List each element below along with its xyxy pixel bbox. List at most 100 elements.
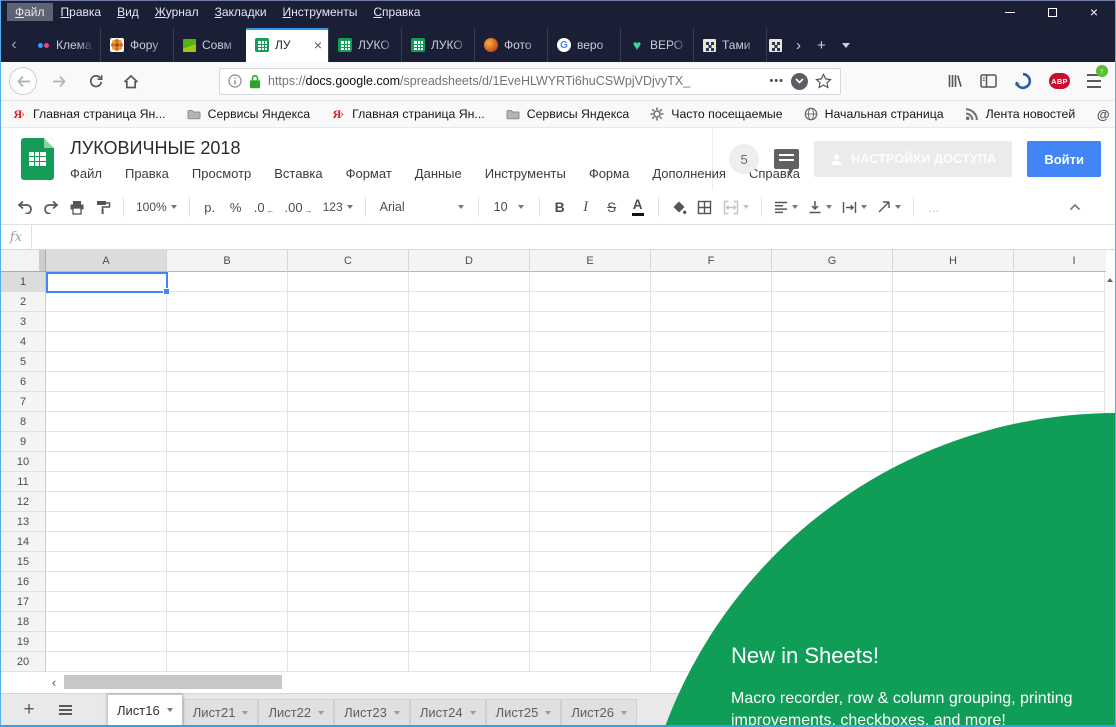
browser-tab[interactable]: ЛУ×	[246, 28, 328, 62]
add-sheet-button[interactable]: +	[17, 699, 41, 721]
increase-decimal-button[interactable]: .00→	[281, 195, 317, 219]
row-header[interactable]: 9	[1, 432, 46, 452]
row-header[interactable]: 15	[1, 552, 46, 572]
sidebar-icon[interactable]	[980, 74, 997, 88]
sheet-tab[interactable]: Лист24	[410, 699, 486, 725]
sheets-menu-item[interactable]: Файл	[70, 166, 102, 181]
browser-tab[interactable]: ♥ВЕРО	[620, 28, 693, 62]
tab-scroll-right-icon[interactable]: ›	[796, 37, 801, 54]
column-header[interactable]: D	[409, 250, 530, 272]
forward-button[interactable]	[45, 67, 73, 95]
column-header[interactable]: I	[1014, 250, 1106, 272]
print-button[interactable]	[65, 195, 89, 219]
bookmark-star-icon[interactable]	[815, 73, 832, 89]
column-header[interactable]: B	[167, 250, 288, 272]
sheet-tab[interactable]: Лист22	[258, 699, 334, 725]
column-header[interactable]: A	[46, 250, 167, 272]
browser-tab[interactable]	[766, 28, 786, 62]
select-all-corner[interactable]	[1, 250, 46, 272]
sync-swirl-icon[interactable]	[1014, 72, 1032, 90]
text-wrap-button[interactable]	[838, 195, 871, 219]
horizontal-scroll-thumb[interactable]	[64, 675, 282, 689]
library-icon[interactable]	[947, 73, 963, 89]
row-header[interactable]: 7	[1, 392, 46, 412]
fill-handle[interactable]	[163, 288, 170, 295]
adblock-plus-icon[interactable]: ABP	[1049, 73, 1070, 89]
row-header[interactable]: 12	[1, 492, 46, 512]
row-header[interactable]: 3	[1, 312, 46, 332]
bookmark-item[interactable]: Сервисы Яндекса	[505, 106, 630, 122]
document-title[interactable]: ЛУКОВИЧНЫЕ 2018	[70, 138, 800, 159]
browser-tab[interactable]: Gверо	[547, 28, 620, 62]
scroll-left-icon[interactable]: ‹	[46, 672, 62, 692]
strikethrough-button[interactable]: S	[600, 195, 624, 219]
sheet-tab-menu-icon[interactable]	[394, 711, 400, 715]
sheets-menu-item[interactable]: Данные	[415, 166, 462, 181]
column-header[interactable]: G	[772, 250, 893, 272]
sheet-tab-menu-icon[interactable]	[545, 711, 551, 715]
italic-button[interactable]: I	[574, 195, 598, 219]
sign-in-button[interactable]: Войти	[1027, 141, 1101, 177]
redo-button[interactable]	[39, 195, 63, 219]
bookmark-item[interactable]: Сервисы Яндекса	[186, 106, 311, 122]
row-header[interactable]: 16	[1, 572, 46, 592]
bookmark-item[interactable]: Я›Главная страница Ян...	[330, 106, 485, 122]
browser-tab[interactable]: ЛУКО	[328, 28, 401, 62]
menubar-item[interactable]: Журнал	[147, 3, 207, 21]
merge-cells-button[interactable]	[719, 195, 753, 219]
format-currency-button[interactable]: р.	[198, 195, 222, 219]
tab-scroll-left-icon[interactable]: ‹	[1, 28, 27, 62]
new-tab-button[interactable]: +	[817, 37, 826, 54]
tab-close-icon[interactable]: ×	[312, 37, 324, 53]
row-header[interactable]: 19	[1, 632, 46, 652]
bookmark-item[interactable]: Лента новостей	[964, 106, 1076, 122]
column-header[interactable]: E	[530, 250, 651, 272]
borders-button[interactable]	[693, 195, 717, 219]
format-percent-button[interactable]: %	[224, 195, 248, 219]
reload-button[interactable]	[81, 67, 109, 95]
sheet-tab-menu-icon[interactable]	[470, 711, 476, 715]
sheet-tab[interactable]: Лист26	[561, 699, 637, 725]
bold-button[interactable]: B	[548, 195, 572, 219]
row-header[interactable]: 14	[1, 532, 46, 552]
row-header[interactable]: 10	[1, 452, 46, 472]
list-all-tabs-icon[interactable]	[842, 43, 850, 48]
formula-input[interactable]	[32, 225, 1115, 249]
sheet-tab[interactable]: Лист16	[107, 694, 183, 725]
bookmark-item[interactable]: Часто посещаемые	[649, 106, 782, 122]
row-header[interactable]: 13	[1, 512, 46, 532]
sheet-tab[interactable]: Лист23	[334, 699, 410, 725]
undo-button[interactable]	[13, 195, 37, 219]
row-header[interactable]: 20	[1, 652, 46, 672]
menubar-item[interactable]: Инструменты	[275, 3, 366, 21]
row-header[interactable]: 8	[1, 412, 46, 432]
sheet-tab-menu-icon[interactable]	[242, 711, 248, 715]
browser-tab[interactable]: Фото	[474, 28, 547, 62]
menu-hamburger-icon[interactable]: ↑	[1087, 72, 1101, 90]
decrease-decimal-button[interactable]: .0←	[250, 195, 279, 219]
access-settings-button[interactable]: НАСТРОЙКИ ДОСТУПА	[814, 141, 1012, 177]
menubar-item[interactable]: Правка	[53, 3, 110, 21]
browser-tab[interactable]: Тами	[693, 28, 766, 62]
sheet-tab-menu-icon[interactable]	[318, 711, 324, 715]
row-header[interactable]: 1	[1, 272, 46, 292]
menubar-item[interactable]: Справка	[365, 3, 428, 21]
font-size-select[interactable]: 10	[487, 195, 531, 219]
sheets-menu-item[interactable]: Формат	[346, 166, 392, 181]
sheets-menu-item[interactable]: Правка	[125, 166, 169, 181]
row-header[interactable]: 6	[1, 372, 46, 392]
vertical-align-button[interactable]	[804, 195, 836, 219]
browser-tab[interactable]: Совм	[173, 28, 246, 62]
maximize-button[interactable]	[1031, 1, 1073, 23]
url-bar[interactable]: https://docs.google.com/spreadsheets/d/1…	[219, 68, 841, 95]
text-rotation-button[interactable]	[873, 195, 905, 219]
sheets-menu-item[interactable]: Форма	[589, 166, 630, 181]
column-header[interactable]: H	[893, 250, 1014, 272]
row-header[interactable]: 11	[1, 472, 46, 492]
menubar-item[interactable]: Закладки	[207, 3, 275, 21]
scroll-up-icon[interactable]	[1105, 272, 1115, 287]
collapse-toolbar-button[interactable]	[1063, 195, 1087, 219]
row-header[interactable]: 2	[1, 292, 46, 312]
row-header[interactable]: 4	[1, 332, 46, 352]
sheet-tab[interactable]: Лист25	[486, 699, 562, 725]
